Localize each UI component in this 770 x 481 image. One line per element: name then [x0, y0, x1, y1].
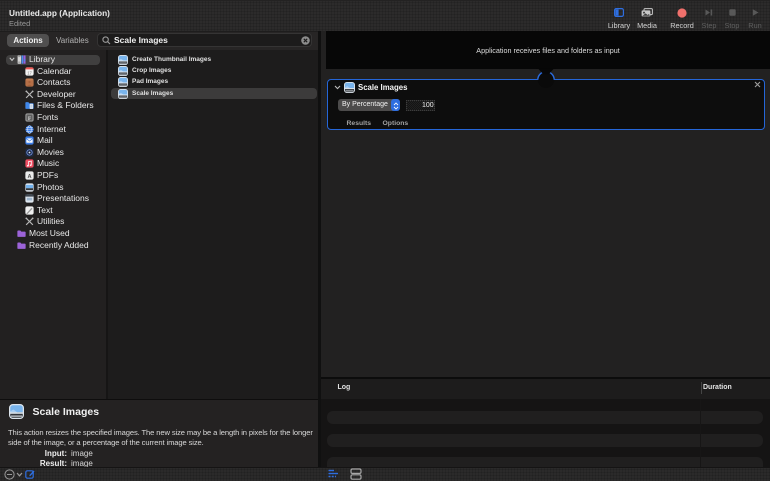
svg-text:F: F	[28, 117, 31, 122]
svg-text:A: A	[27, 174, 31, 180]
svg-text:17: 17	[27, 70, 32, 75]
